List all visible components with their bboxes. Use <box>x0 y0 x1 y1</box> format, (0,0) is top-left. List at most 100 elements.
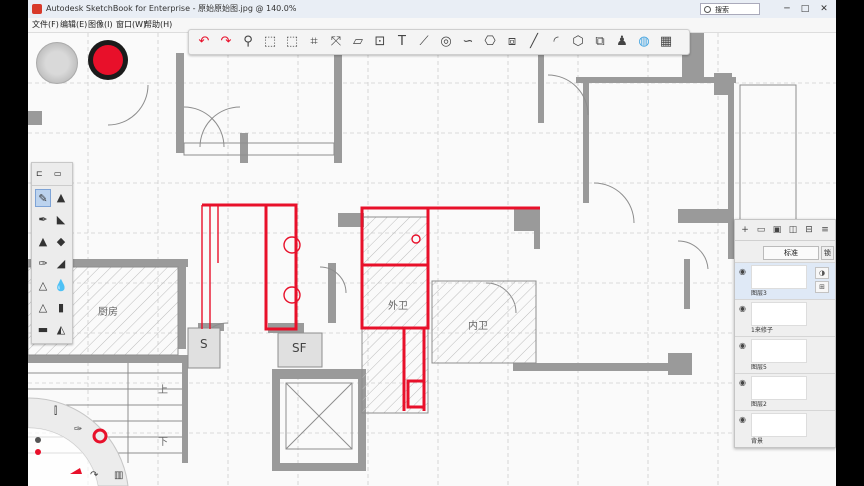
lagoon-menu[interactable]: ⫿ ✑ ↷ ▥ <box>28 392 138 486</box>
search-input[interactable]: 搜索 <box>700 3 760 15</box>
layer-name: 图层5 <box>751 364 767 371</box>
layer-thumbnail <box>751 339 807 363</box>
layer-row[interactable]: ◉ 图层3 ◑ ⊞ <box>735 262 835 299</box>
layer-row[interactable]: ◉ 图层5 <box>735 336 835 373</box>
blend-mode-select[interactable]: 标准 <box>763 246 819 260</box>
layer-opacity-icon[interactable]: ◑ <box>815 267 829 279</box>
menu-window[interactable]: 窗口(W) <box>116 19 146 30</box>
floor-plan-drawing <box>28 33 836 486</box>
lasso-select-icon[interactable]: ⬚ <box>283 33 301 51</box>
room-label-kitchen: 厨房 <box>98 307 118 318</box>
text-icon[interactable]: T <box>393 33 411 51</box>
shaft-label-sf: SF <box>292 341 307 355</box>
lagoon-dot-icon <box>35 437 41 443</box>
eraser-icon[interactable]: ▮ <box>53 299 69 317</box>
search-placeholder: 搜索 <box>715 6 729 14</box>
add-image-icon[interactable]: ▣ <box>771 223 783 237</box>
droplet-icon[interactable]: 💧 <box>53 277 69 295</box>
layer-row[interactable]: ◉ 1来修子 <box>735 299 835 336</box>
layer-thumbnail <box>751 413 807 437</box>
airbrush-icon[interactable]: ▲ <box>35 233 51 251</box>
layer-thumbnail <box>751 265 807 289</box>
minimize-button[interactable]: ─ <box>778 3 796 15</box>
shaft-label-s: S <box>200 337 208 351</box>
lagoon-red-dot-icon <box>35 449 41 455</box>
lock-transparency-toggle[interactable]: 锁 <box>821 246 834 260</box>
search-icon <box>704 6 711 13</box>
paint-icon[interactable]: ◢ <box>53 255 69 273</box>
stair-label-down: 下 <box>158 437 168 448</box>
line-icon[interactable]: ╱ <box>525 33 543 51</box>
main-toolbar: ↶ ↷ ⚲ ⬚ ⬚ ⌗ ⤧ ▱ ⊡ T ⟋ ◎ ∽ ⎔ ⧈ ╱ ◜ ⬡ ⧉ ♟ ◍ ▦ <box>188 29 690 55</box>
drawing-canvas[interactable]: 厨房 外卫 内卫 S SF 上 下 <box>28 33 836 486</box>
menu-edit[interactable]: 编辑(E) <box>60 19 87 30</box>
stair-label-up: 上 <box>158 385 168 396</box>
add-layer-icon[interactable]: + <box>739 223 751 237</box>
marker-icon[interactable]: ▲ <box>53 189 69 207</box>
lagoon-trash-icon: ▥ <box>114 470 123 481</box>
layer-thumbnail <box>751 302 807 326</box>
curve-icon[interactable]: ◜ <box>547 33 565 51</box>
maximize-button[interactable]: □ <box>796 3 814 15</box>
layer-visibility-icon[interactable]: ◉ <box>739 415 746 424</box>
room-label-outer-bath: 外卫 <box>388 301 408 312</box>
brush-size-puck[interactable] <box>36 42 78 84</box>
layer-name: 背景 <box>751 438 764 445</box>
brush-color-puck[interactable] <box>88 40 128 80</box>
copic-library-icon[interactable]: ▦ <box>657 33 675 51</box>
crop-icon[interactable]: ⌗ <box>305 33 323 51</box>
duplicate-layer-icon[interactable]: ◫ <box>787 223 799 237</box>
delete-layer-icon[interactable]: ⊟ <box>803 223 815 237</box>
transform-icon[interactable]: ⤧ <box>327 33 345 51</box>
shape-icon[interactable]: ⬡ <box>569 33 587 51</box>
soft-eraser-icon[interactable]: ◭ <box>53 321 69 339</box>
zoom-icon[interactable]: ⚲ <box>239 33 257 51</box>
current-color-swatch <box>93 45 123 75</box>
fill-icon[interactable]: ⊡ <box>371 33 389 51</box>
smear-icon[interactable]: △ <box>35 299 51 317</box>
brush-palette-pin-icon[interactable]: ⊏ <box>36 169 43 178</box>
chisel-icon[interactable]: ◆ <box>53 233 69 251</box>
menu-help[interactable]: 帮助(H) <box>144 19 172 30</box>
layer-visibility-icon[interactable]: ◉ <box>739 267 746 276</box>
layer-row[interactable]: ◉ 图层2 <box>735 373 835 410</box>
layer-visibility-icon[interactable]: ◉ <box>739 304 746 313</box>
layer-name: 图层2 <box>751 401 767 408</box>
symmetry-icon[interactable]: ⎔ <box>481 33 499 51</box>
app-window: Autodesk SketchBook for Enterprise - 原始原… <box>28 0 836 486</box>
ellipse-guide-icon[interactable]: ◎ <box>437 33 455 51</box>
undo-icon[interactable]: ↶ <box>195 33 213 51</box>
layer-name: 1来修子 <box>751 327 773 334</box>
layer-row[interactable]: ◉ 背景 <box>735 410 835 447</box>
brush-icon[interactable]: ◣ <box>53 211 69 229</box>
brush-palette-menu-icon[interactable]: ▭ <box>54 169 62 178</box>
redo-icon[interactable]: ↷ <box>217 33 235 51</box>
ink-pen-icon[interactable]: ✒ <box>35 211 51 229</box>
perspective-icon[interactable]: ⧈ <box>503 33 521 51</box>
menu-file[interactable]: 文件(F) <box>32 19 59 30</box>
close-button[interactable]: ✕ <box>815 3 833 15</box>
lagoon-redo-icon: ↷ <box>90 470 99 481</box>
layer-visibility-icon[interactable]: ◉ <box>739 378 746 387</box>
french-curve-icon[interactable]: ∽ <box>459 33 477 51</box>
layer-menu-icon[interactable]: ≡ <box>819 223 831 237</box>
layer-visibility-icon[interactable]: ◉ <box>739 341 746 350</box>
select-icon[interactable]: ⬚ <box>261 33 279 51</box>
triangle-brush-icon[interactable]: △ <box>35 277 51 295</box>
window-title: Autodesk SketchBook for Enterprise - 原始原… <box>46 4 297 13</box>
menu-image[interactable]: 图像(I) <box>88 19 113 30</box>
layer-blend-icon[interactable]: ⊞ <box>815 281 829 293</box>
ruler-icon[interactable]: ⟋ <box>415 33 433 51</box>
layer-editor-icon[interactable]: ⧉ <box>591 33 609 51</box>
distort-icon[interactable]: ▱ <box>349 33 367 51</box>
brush-library-icon[interactable]: ♟ <box>613 33 631 51</box>
color-wheel-icon[interactable]: ◍ <box>635 33 653 51</box>
hard-eraser-icon[interactable]: ▬ <box>35 321 51 339</box>
pen-icon[interactable]: ✑ <box>35 255 51 273</box>
add-group-icon[interactable]: ▭ <box>755 223 767 237</box>
layer-panel: + ▭ ▣ ◫ ⊟ ≡ 标准 锁 ◉ 图层3 ◑ ⊞ ◉ 1来修子 ◉ 图层5 ◉ 图层2 ◉ 背景 <box>734 219 836 448</box>
brush-palette-header: ⊏ ▭ <box>32 163 72 186</box>
title-bar: Autodesk SketchBook for Enterprise - 原始原… <box>28 0 836 19</box>
brush-palette: ⊏ ▭ ✎ ▲ ✒ ◣ ▲ ◆ ✑ ◢ △ 💧 △ ▮ ▬ ◭ <box>31 162 73 344</box>
pencil-icon[interactable]: ✎ <box>35 189 51 207</box>
